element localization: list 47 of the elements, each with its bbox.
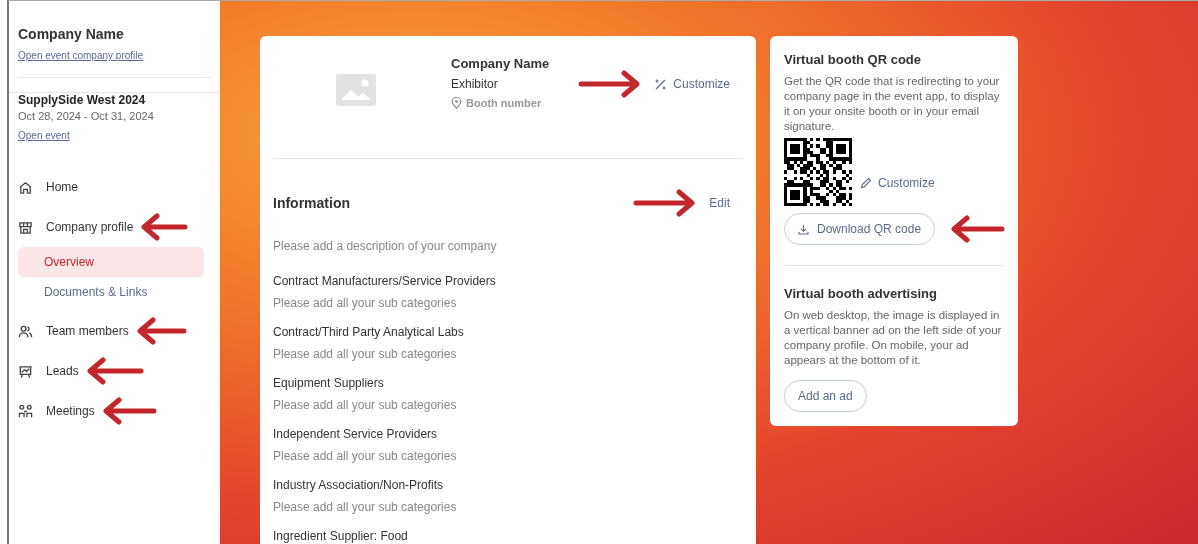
nav-item[interactable]: Team members <box>18 319 129 343</box>
category-name: Industry Association/Non-Profits <box>273 478 445 492</box>
home-icon <box>18 179 33 195</box>
category-name: Independent Service Providers <box>273 427 439 441</box>
event-name: SupplySide West 2024 <box>18 93 147 107</box>
nav-item[interactable]: Meetings <box>18 399 95 423</box>
image-placeholder-icon <box>336 74 376 106</box>
store-icon <box>18 219 33 235</box>
category-name: Contract/Third Party Analytical Labs <box>273 325 465 339</box>
category-name: Contract Manufacturers/Service Providers <box>273 274 497 288</box>
open-event-link[interactable]: Open event <box>18 130 211 141</box>
open-company-profile-link[interactable]: Open event company profile <box>18 50 211 61</box>
nav-subitem[interactable]: Overview <box>18 247 204 277</box>
download-qr-button[interactable]: Download QR code <box>784 213 936 245</box>
nav-item[interactable]: Leads <box>18 359 79 383</box>
nav-item[interactable]: Home <box>18 175 78 199</box>
company-name: Company Name <box>18 26 125 42</box>
booth-number: Booth number <box>466 97 542 109</box>
section-title: Virtual booth QR code <box>784 52 922 67</box>
advertising-description: On web desktop, the image is displayed in a vertical banner ad on the left side of your company profile. On mobile, your ad appears at the bottom of it. <box>784 308 1003 368</box>
subcategory-hint: Please add all your sub categories <box>273 296 458 310</box>
presentation-chart-icon <box>18 363 33 379</box>
add-ad-button[interactable]: Add an ad <box>784 380 867 412</box>
download-icon <box>798 223 809 235</box>
subcategory-hint: Please add all your sub categories <box>273 347 458 361</box>
people-icon <box>18 323 33 339</box>
edit-button[interactable]: Edit <box>709 196 730 210</box>
category-name: Ingredient Supplier: Food <box>273 529 409 543</box>
customize-button[interactable]: Customize <box>860 176 935 190</box>
customize-button[interactable]: Customize <box>654 77 730 91</box>
subcategory-hint: Please add all your sub categories <box>273 500 458 514</box>
qr-description: Get the QR code that is redirecting to your company page in the event app, to display it on your onsite booth or in your email signature. <box>784 74 1001 134</box>
section-title: Information <box>273 195 350 211</box>
nav-subitem[interactable]: Documents & Links <box>18 277 204 307</box>
description-text: Please add a description of your company <box>273 239 498 253</box>
category-name: Equipment Suppliers <box>273 376 385 390</box>
pencil-icon <box>860 177 872 189</box>
company-name: Company Name <box>451 56 550 71</box>
nav-item[interactable]: Company profile <box>18 215 134 239</box>
meeting-people-icon <box>18 403 33 419</box>
subcategory-hint: Please add all your sub categories <box>273 398 458 412</box>
qr-code-drawing <box>784 138 852 206</box>
company-type: Exhibitor <box>451 77 499 91</box>
section-title: Virtual booth advertising <box>784 286 938 301</box>
event-dates: Oct 28, 2024 - Oct 31, 2024 <box>18 110 155 122</box>
subcategory-hint: Please add all your sub categories <box>273 449 458 463</box>
location-pin-icon <box>451 97 462 109</box>
